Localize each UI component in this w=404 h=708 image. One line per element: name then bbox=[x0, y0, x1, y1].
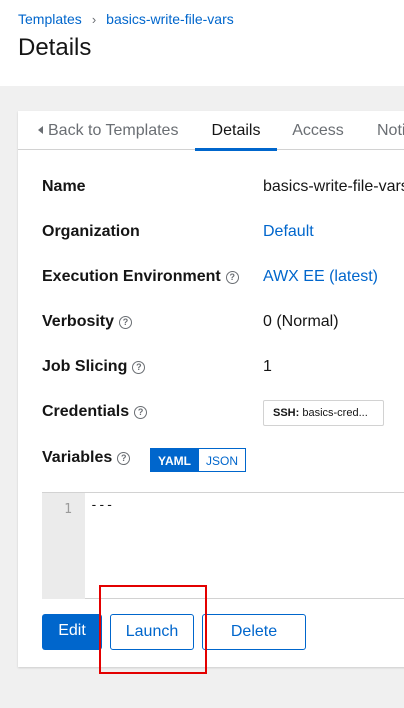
variables-label-text: Variables bbox=[42, 449, 113, 466]
verbosity-value: 0 (Normal) bbox=[263, 313, 339, 330]
json-toggle-button[interactable]: JSON bbox=[199, 448, 246, 472]
editor-gutter: 1 bbox=[42, 493, 85, 599]
help-icon[interactable]: ? bbox=[132, 360, 146, 374]
credentials-label: Credentials? bbox=[42, 403, 148, 421]
variables-label: Variables? bbox=[42, 449, 131, 467]
credential-name: basics-cred... bbox=[302, 407, 368, 419]
editor-content[interactable]: --- bbox=[90, 498, 113, 513]
organization-label: Organization bbox=[42, 223, 140, 240]
breadcrumb-templates-link[interactable]: Templates bbox=[18, 11, 82, 27]
name-label: Name bbox=[42, 178, 86, 195]
edit-button[interactable]: Edit bbox=[42, 614, 102, 650]
help-icon[interactable]: ? bbox=[119, 315, 133, 329]
verbosity-label-text: Verbosity bbox=[42, 313, 115, 330]
tab-notifications[interactable]: Noti bbox=[359, 111, 404, 150]
line-number: 1 bbox=[64, 502, 72, 517]
variables-code-editor[interactable]: 1 --- bbox=[42, 492, 404, 599]
job-slicing-value: 1 bbox=[263, 358, 272, 375]
page-title: Details bbox=[18, 34, 92, 61]
execution-environment-link[interactable]: AWX EE (latest) bbox=[263, 268, 378, 286]
yaml-toggle-button[interactable]: YAML bbox=[150, 448, 199, 472]
execution-environment-label: Execution Environment? bbox=[42, 268, 239, 286]
help-icon[interactable]: ? bbox=[225, 270, 239, 284]
delete-button[interactable]: Delete bbox=[202, 614, 306, 650]
chevron-right-icon: › bbox=[91, 11, 97, 27]
verbosity-label: Verbosity? bbox=[42, 313, 133, 331]
execution-environment-label-text: Execution Environment bbox=[42, 268, 221, 285]
tab-details[interactable]: Details bbox=[195, 111, 277, 151]
details-card: Back to Templates Details Access Noti Na… bbox=[18, 111, 404, 667]
help-icon[interactable]: ? bbox=[134, 405, 148, 419]
help-icon[interactable]: ? bbox=[117, 451, 131, 465]
credentials-label-text: Credentials bbox=[42, 403, 130, 420]
breadcrumb-current-link[interactable]: basics-write-file-vars bbox=[106, 11, 234, 27]
highlight-box bbox=[99, 585, 207, 674]
tab-access[interactable]: Access bbox=[277, 111, 359, 150]
job-slicing-label-text: Job Slicing bbox=[42, 358, 128, 375]
tab-back-to-templates[interactable]: Back to Templates bbox=[18, 111, 195, 150]
breadcrumb: Templates › basics-write-file-vars bbox=[18, 11, 234, 27]
caret-left-icon bbox=[38, 126, 43, 134]
page-header: Templates › basics-write-file-vars Detai… bbox=[0, 0, 404, 86]
tab-back-label: Back to Templates bbox=[48, 122, 179, 139]
job-slicing-label: Job Slicing? bbox=[42, 358, 146, 376]
credential-kind: SSH: bbox=[273, 407, 300, 419]
variables-format-toggle: YAML JSON bbox=[150, 448, 246, 472]
organization-link[interactable]: Default bbox=[263, 223, 314, 241]
credential-chip[interactable]: SSH: basics-cred... bbox=[263, 400, 384, 426]
name-value: basics-write-file-vars bbox=[263, 178, 404, 195]
tab-bar: Back to Templates Details Access Noti bbox=[18, 111, 404, 151]
